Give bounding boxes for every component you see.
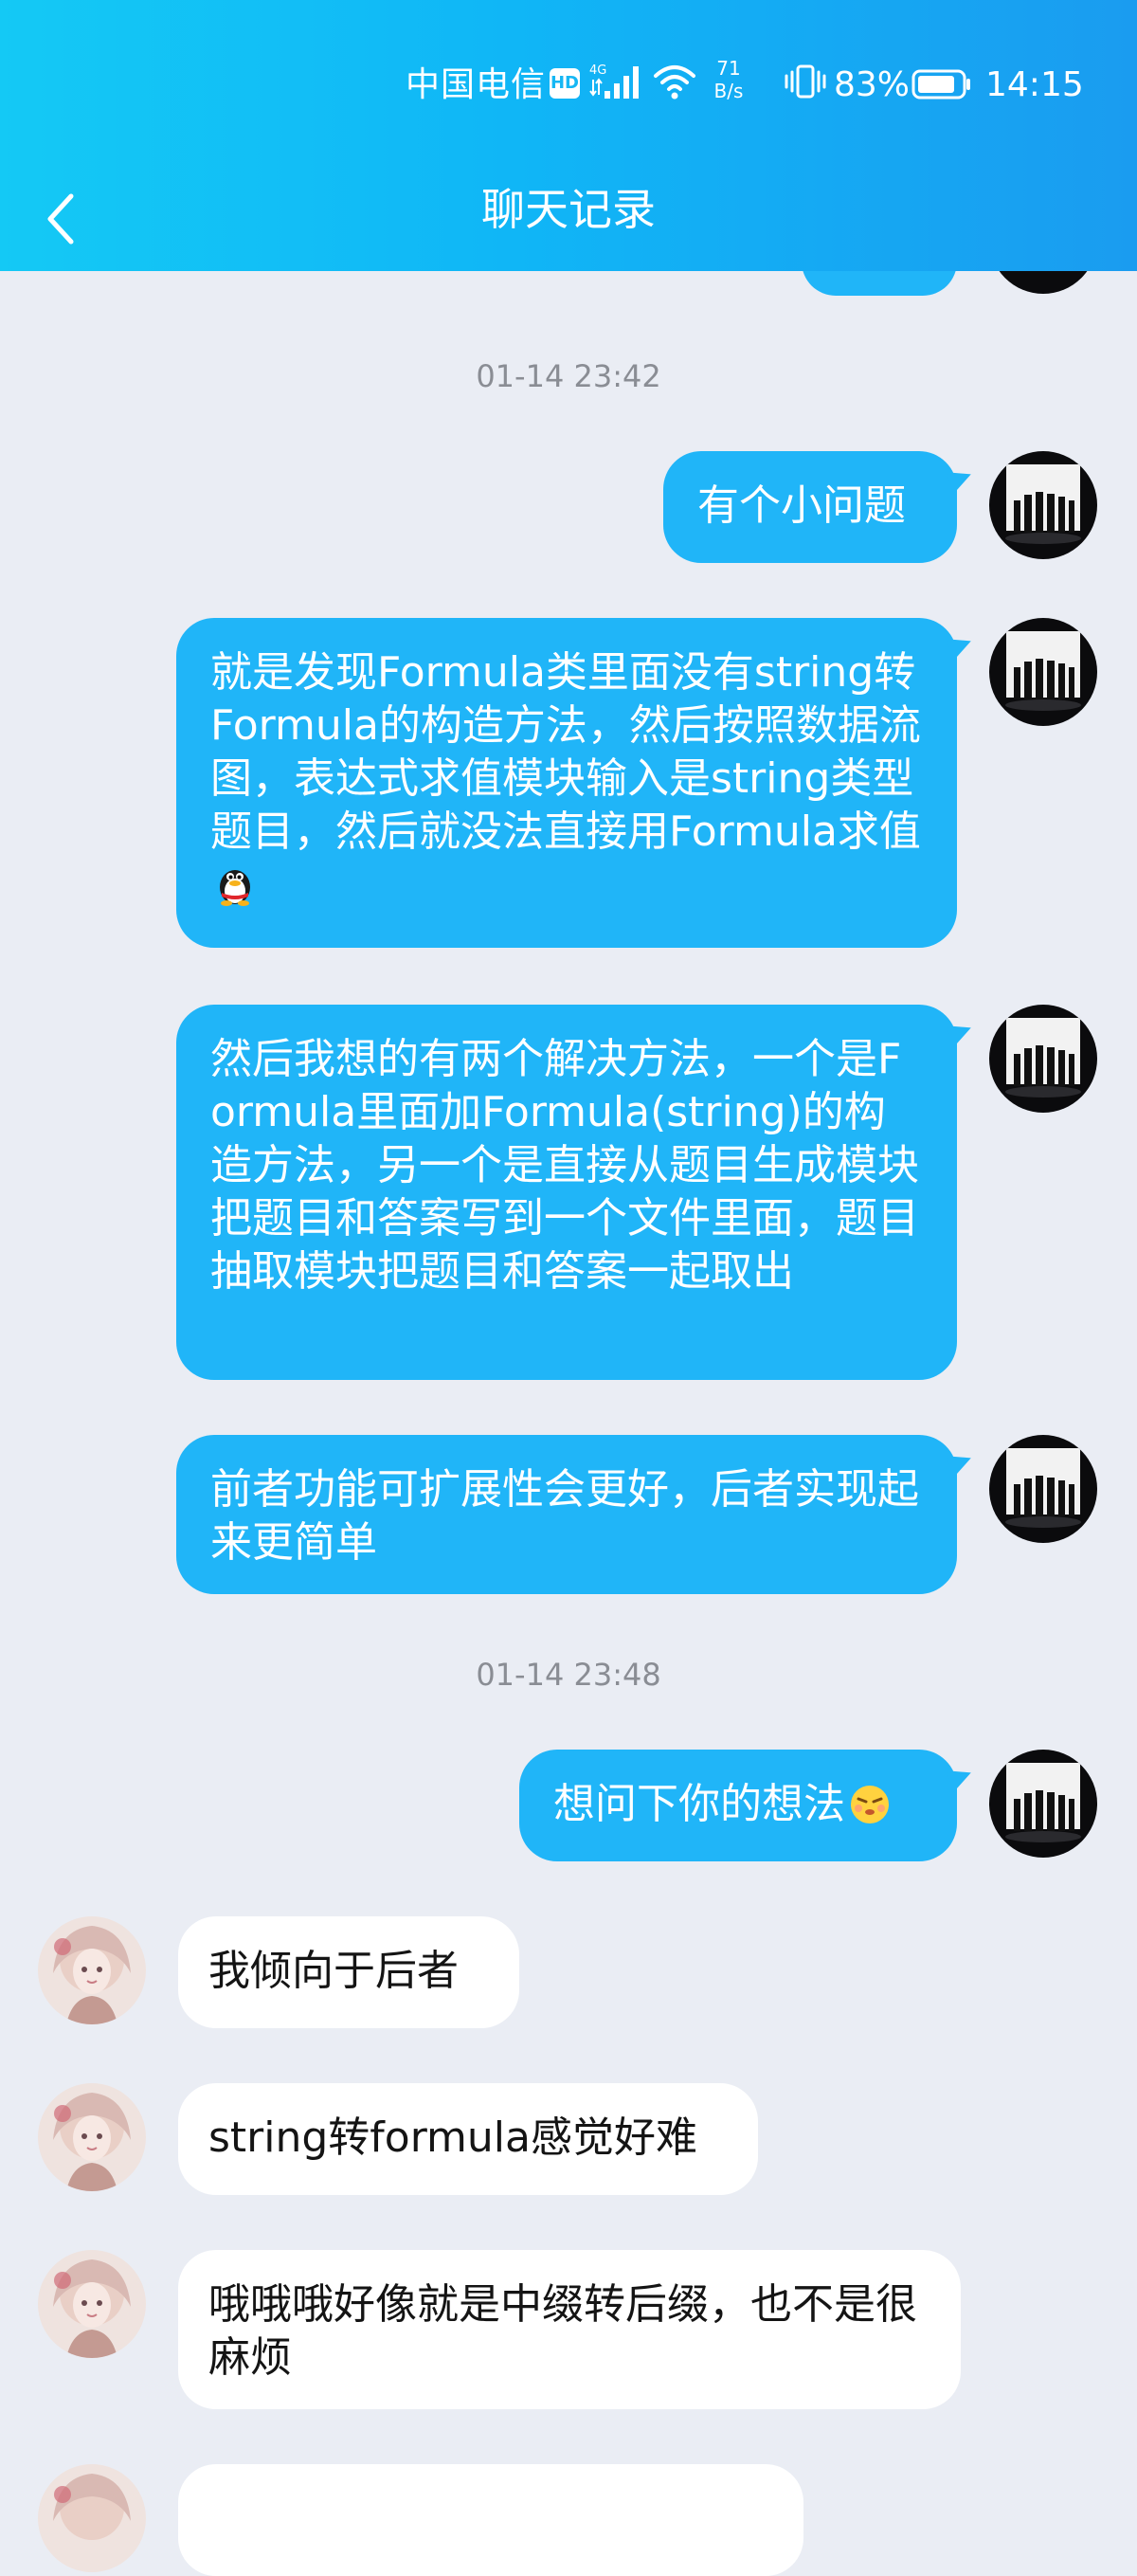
contact-avatar[interactable] — [38, 2083, 146, 2191]
hd-badge: HD — [550, 68, 580, 99]
vibrate-icon — [785, 63, 826, 100]
message-bubble-partial[interactable] — [178, 2464, 803, 2576]
app-header: 中国电信 HD 4G 71 B/s 83% 14:15 聊天记录 — [0, 0, 1137, 271]
qq-penguin-emoji-icon — [212, 861, 258, 906]
nav-bar: 聊天记录 — [0, 171, 1137, 271]
network-speed-unit: B/s — [713, 80, 744, 102]
message-bubble[interactable]: 想问下你的想法 — [519, 1750, 957, 1861]
message-text: 想问下你的想法 — [553, 1780, 845, 1828]
contact-avatar[interactable] — [38, 1916, 146, 2024]
page-title: 聊天记录 — [481, 184, 656, 235]
network-speed-value: 71 — [716, 57, 741, 80]
message-text: 然后我想的有两个解决方法，一个是Formula里面加Formula(string… — [210, 1035, 919, 1296]
message-bubble[interactable]: 前者功能可扩展性会更好，后者实现起来更简单 — [176, 1435, 957, 1594]
my-avatar[interactable] — [989, 1750, 1097, 1858]
contact-avatar[interactable] — [38, 2250, 146, 2358]
message-bubble[interactable]: 我倾向于后者 — [178, 1916, 519, 2028]
contact-avatar[interactable] — [38, 2464, 146, 2572]
my-avatar[interactable] — [989, 618, 1097, 726]
timestamp: 01-14 23:48 — [476, 1657, 661, 1693]
cellular-signal-icon: 4G — [589, 61, 648, 102]
pouting-face-emoji-icon — [847, 1780, 893, 1825]
battery-percent: 83% — [834, 65, 911, 104]
message-bubble[interactable]: 哦哦哦好像就是中缀转后缀，也不是很麻烦 — [178, 2250, 961, 2409]
my-avatar[interactable] — [989, 451, 1097, 559]
message-text: 有个小问题 — [697, 481, 906, 530]
message-text: 哦哦哦好像就是中缀转后缀，也不是很麻烦 — [208, 2280, 917, 2382]
my-avatar[interactable] — [989, 1435, 1097, 1543]
message-text: 我倾向于后者 — [208, 1947, 459, 1995]
my-avatar[interactable] — [989, 1005, 1097, 1113]
timestamp: 01-14 23:42 — [476, 358, 661, 394]
message-text: 就是发现Formula类里面没有string转Formula的构造方法，然后按照… — [210, 648, 921, 856]
network-type: 4G — [589, 63, 606, 78]
message-bubble[interactable]: 然后我想的有两个解决方法，一个是Formula里面加Formula(string… — [176, 1005, 957, 1380]
carrier-name: 中国电信 — [406, 65, 547, 104]
battery-icon — [911, 68, 972, 100]
message-text: string转formula感觉好难 — [208, 2113, 697, 2162]
wifi-icon — [652, 63, 697, 100]
message-text: 前者功能可扩展性会更好，后者实现起来更简单 — [210, 1465, 919, 1567]
status-bar: 中国电信 HD 4G 71 B/s 83% 14:15 — [0, 0, 1137, 171]
clock: 14:15 — [985, 65, 1084, 104]
message-bubble[interactable]: string转formula感觉好难 — [178, 2083, 758, 2195]
chat-message-list[interactable]: 01-14 23:42 有个小问题 就是发现Formula类里面没有string… — [0, 0, 1137, 2576]
message-bubble[interactable]: 有个小问题 — [663, 451, 957, 563]
message-bubble[interactable]: 就是发现Formula类里面没有string转Formula的构造方法，然后按照… — [176, 618, 957, 948]
network-speed: 71 B/s — [707, 57, 750, 102]
